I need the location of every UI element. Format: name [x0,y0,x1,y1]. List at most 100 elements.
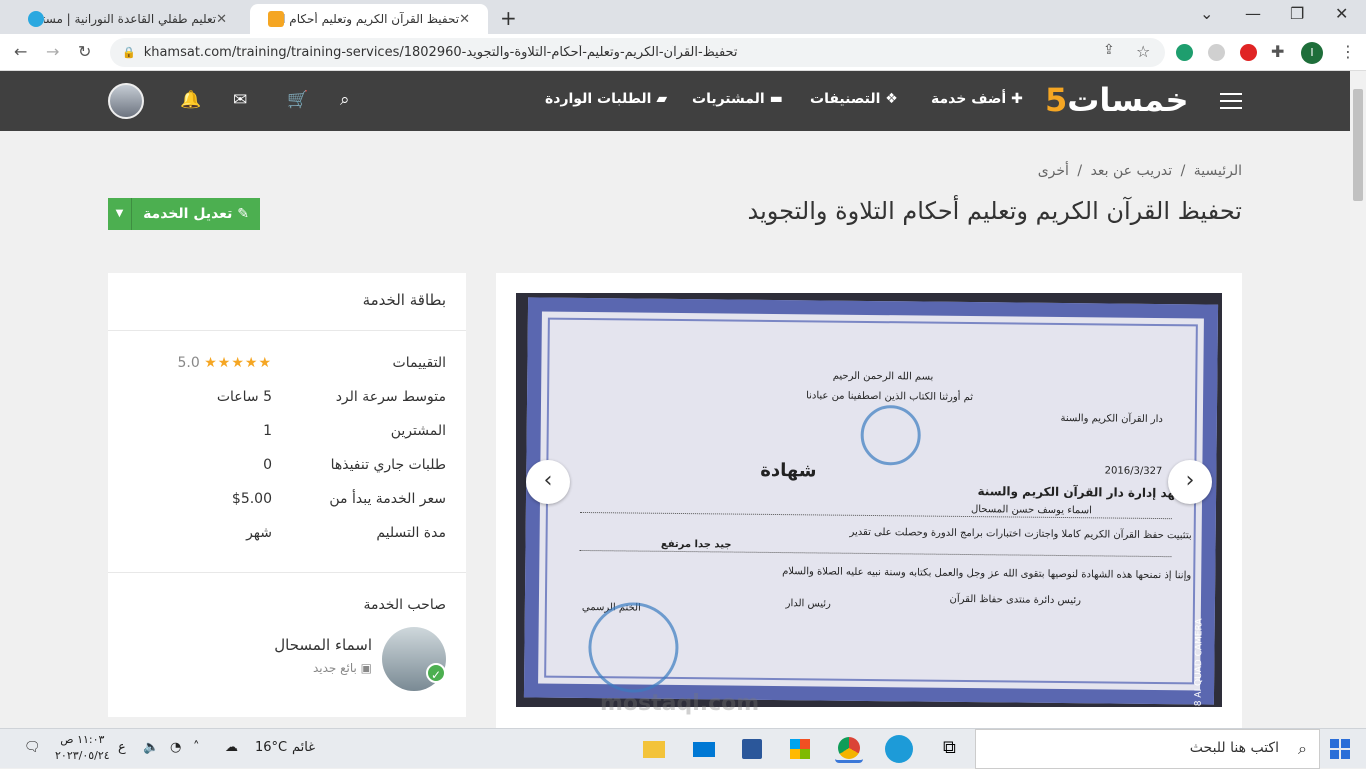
cart-icon[interactable]: 🛒 [287,90,308,110]
nav-categories[interactable]: ❖ التصنيفات [810,91,898,107]
rating-stars: ★★★★★ [204,355,272,371]
star-icon: ★ [258,355,272,371]
plus-icon: ✚ [1006,91,1023,107]
buyers-row: المشترين 1 [263,423,446,439]
page-scrollbar[interactable] [1350,71,1366,728]
hamburger-menu-icon[interactable] [1220,93,1242,109]
owner-name[interactable]: اسماء المسحال [274,636,372,654]
in-progress-row: طلبات جاري تنفيذها 0 [263,457,446,473]
profile-avatar[interactable]: I [1301,42,1323,64]
chrome-icon[interactable] [835,735,863,763]
extension-shield-icon[interactable] [1176,44,1193,61]
breadcrumb-home[interactable]: الرئيسية [1194,163,1242,179]
new-tab-button[interactable]: + [500,6,517,30]
search-icon: ⌕ [1298,739,1307,758]
delivery-row: مدة التسليم شهر [246,525,446,541]
response-time-row: متوسط سرعة الرد 5 ساعات [216,389,446,405]
edge-icon[interactable] [885,735,913,763]
back-arrow-icon[interactable]: ← [14,42,27,61]
briefcase-icon: ▣ [356,661,372,675]
language-indicator[interactable]: ع [118,740,126,755]
chevron-right-icon: › [1185,468,1195,493]
edit-icon: ✎ [232,206,249,222]
file-explorer-icon[interactable] [640,735,668,763]
gallery-prev-button[interactable]: ‹ [526,460,570,504]
notifications-icon[interactable]: 🗨 [24,740,41,755]
taskbar-clock[interactable]: ١١:٠٣ ص ٢٠٢٣/٠٥/٢٤ [55,732,110,764]
scroll-thumb[interactable] [1353,89,1363,201]
extensions-puzzle-icon[interactable]: ✚ [1271,42,1284,61]
caret-down-icon[interactable]: ▼ [108,198,132,230]
mostaql-favicon-icon [28,11,44,27]
close-window-button[interactable]: ✕ [1335,4,1348,23]
weather-cloud-icon[interactable]: ☁ [225,740,238,755]
star-icon: ★ [204,355,218,371]
chevron-down-icon[interactable]: ⌄ [1200,4,1213,23]
chevron-left-icon: ‹ [543,468,553,493]
browser-tab-active[interactable]: ✕ تحفيظ القرآن الكريم وتعليم أحكام التلا… [250,4,488,34]
store-icon[interactable] [786,735,814,763]
lock-icon: 🔒 [122,46,136,59]
windows-taskbar: ⌕ اكتب هنا للبحث ⧉ ☁ 16°C غائم ˄ ◔ 🔈 ع ١… [0,728,1366,769]
service-gallery: بسم الله الرحمن الرحيم ثم أورثنا الكتاب … [496,273,1242,728]
watermark: mostaql.com [600,691,760,716]
star-icon: ★ [244,355,259,371]
taskbar-search[interactable]: ⌕ اكتب هنا للبحث [975,729,1320,769]
edit-service-button[interactable]: ▼ ✎ تعديل الخدمة [108,198,260,230]
wifi-icon[interactable]: ◔ [170,740,181,755]
gallery-next-button[interactable]: › [1168,460,1212,504]
verified-check-icon: ✓ [426,663,446,683]
star-icon: ★ [231,355,245,371]
official-seal-icon [587,602,679,693]
envelope-icon[interactable]: ✉ [233,90,247,110]
mail-icon[interactable] [690,735,718,763]
minimize-button[interactable]: — [1245,4,1261,23]
seller-badge: ▣ بائع جديد [312,661,372,675]
maximize-button[interactable]: ❐ [1290,4,1304,23]
cubes-icon: ❖ [880,91,898,107]
volume-icon[interactable]: 🔈 [143,740,159,755]
browser-tab-inactive[interactable]: ✕ تعليم طفلي القاعدة النورانية | مستقل [10,4,245,34]
word-icon[interactable] [738,735,766,763]
page-title: تحفيظ القرآن الكريم وتعليم أحكام التلاوة… [747,197,1242,225]
owner-heading: صاحب الخدمة [363,597,446,613]
page-content: الرئيسية / تدريب عن بعد / أخرى تحفيظ الق… [0,131,1350,728]
user-avatar[interactable] [108,83,144,119]
star-icon: ★ [217,355,232,371]
close-tab-icon[interactable]: ✕ [459,12,470,27]
forward-arrow-icon[interactable]: → [46,42,59,61]
breadcrumb-remote-training[interactable]: تدريب عن بعد [1091,163,1173,179]
breadcrumb-other[interactable]: أخرى [1038,163,1069,179]
extension-a-icon[interactable] [1208,44,1225,61]
nav-add-service[interactable]: ✚ أضف خدمة [931,91,1023,107]
windows-start-icon[interactable] [1330,739,1350,759]
site-navbar: خمسات5 ✚ أضف خدمة ❖ التصنيفات ▬ المشتريا… [0,71,1350,131]
rating-value: 5.0 [177,355,200,371]
menu-dots-icon[interactable]: ⋮ [1340,42,1356,61]
bookmark-star-icon[interactable]: ☆ [1136,42,1150,61]
emblem-icon [860,404,922,466]
task-view-icon[interactable]: ⧉ [938,735,966,763]
chevron-up-icon[interactable]: ˄ [193,740,200,755]
truck-icon: ▰ [651,91,668,107]
reload-icon[interactable]: ↻ [78,42,91,61]
site-logo[interactable]: خمسات5 [1045,81,1190,119]
folder-icon: ▬ [764,91,783,107]
service-card: بطاقة الخدمة التقييمات 5.0 ★★★★★ متوسط س… [108,273,466,717]
extension-hand-icon[interactable] [1240,44,1257,61]
bell-icon[interactable]: 🔔 [180,90,201,110]
nav-purchases[interactable]: ▬ المشتريات [692,91,783,107]
rating-row: التقييمات 5.0 ★★★★★ [177,355,446,371]
address-bar[interactable]: 🔒 khamsat.com/training/training-services… [110,38,1165,67]
browser-toolbar: ← → ↻ 🔒 khamsat.com/training/training-se… [0,34,1366,71]
service-card-title: بطاقة الخدمة [108,273,466,331]
khamsat-favicon-icon [268,11,284,27]
browser-tab-strip: ✕ تعليم طفلي القاعدة النورانية | مستقل ✕… [0,0,1366,34]
search-icon[interactable]: ⌕ [340,90,350,110]
price-row: سعر الخدمة يبدأ من $5.00 [231,491,446,507]
close-tab-icon[interactable]: ✕ [216,12,227,27]
nav-incoming-orders[interactable]: ▰ الطلبات الواردة [545,91,667,107]
certificate-image: بسم الله الرحمن الرحيم ثم أورثنا الكتاب … [516,293,1222,707]
breadcrumb: الرئيسية / تدريب عن بعد / أخرى [1037,163,1242,179]
share-icon[interactable]: ⇪ [1103,42,1115,58]
